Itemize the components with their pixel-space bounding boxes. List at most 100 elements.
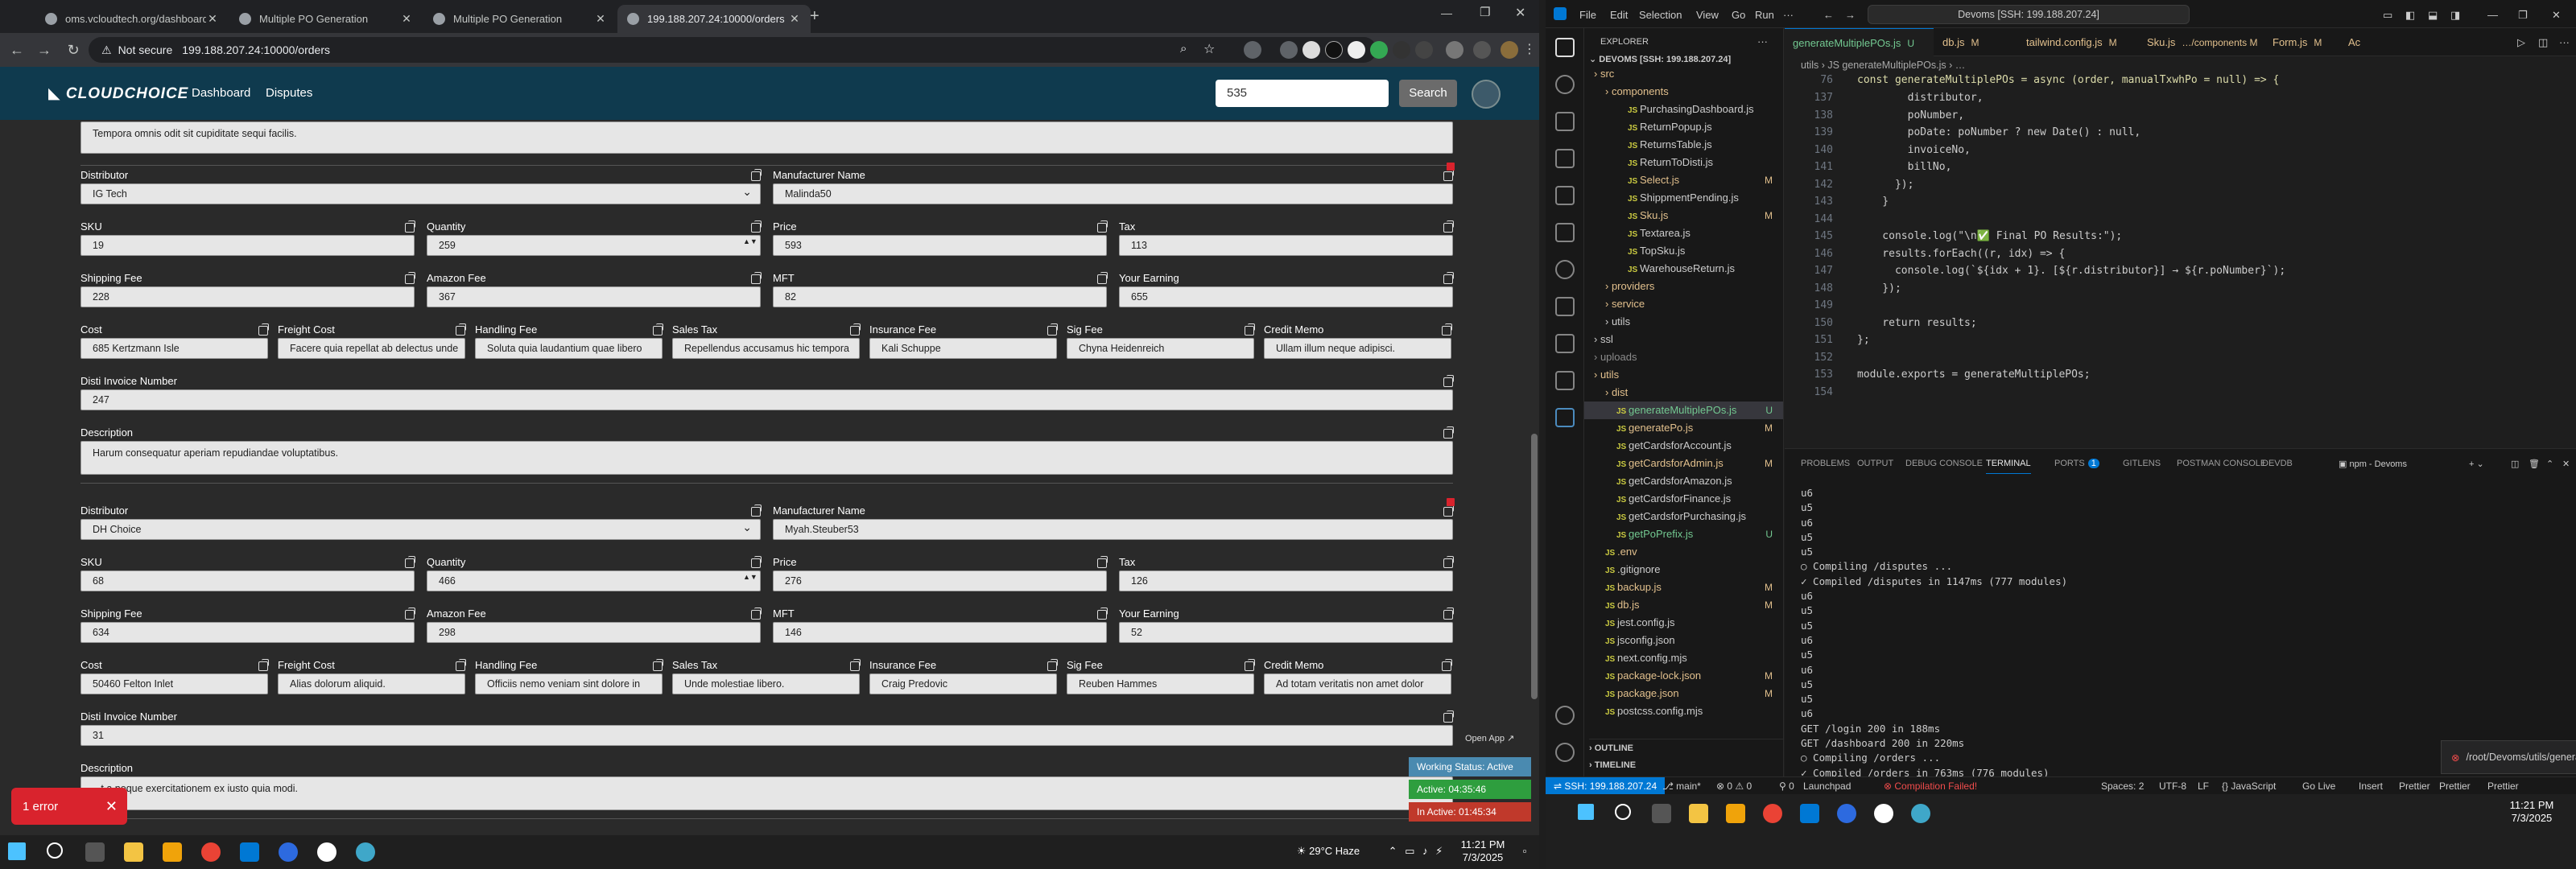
clock[interactable]: 11:21 PM 7/3/2025 (2496, 799, 2568, 825)
panel-tab-debug-console[interactable]: DEBUG CONSOLE (1905, 459, 1983, 468)
sales-tax-field[interactable]: Repellendus accusamus hic tempora (672, 338, 860, 359)
extension-icon[interactable] (1348, 41, 1365, 59)
cost-field[interactable]: 685 Kertzmann Isle (80, 338, 268, 359)
file-item[interactable]: JS PurchasingDashboard.js (1584, 101, 1783, 118)
testing-icon[interactable] (1555, 260, 1575, 279)
amazon-fee-field[interactable]: 298 (427, 622, 761, 643)
file-item[interactable]: JS ReturnToDisti.js (1584, 154, 1783, 171)
extension-icon[interactable] (1280, 41, 1298, 59)
panel-tab-terminal[interactable]: TERMINAL (1986, 459, 2031, 474)
zoom-search-icon[interactable]: ⌕ (1180, 42, 1187, 56)
zoom-icon[interactable] (1837, 804, 1856, 823)
remote-indicator[interactable]: ⇌ SSH: 199.188.207.24 (1546, 777, 1666, 795)
order-search-input[interactable]: 535 (1216, 80, 1389, 107)
shipping-fee-field[interactable]: 634 (80, 622, 415, 643)
file-item[interactable]: JS getCardsforFinance.js (1584, 490, 1783, 508)
close-tab-icon[interactable]: ✕ (788, 12, 801, 26)
quantity-field[interactable]: 259 (427, 235, 761, 256)
editor-tab[interactable]: Ac (2340, 28, 2388, 56)
copy-icon[interactable] (751, 505, 762, 517)
more-actions-icon[interactable]: ··· (2551, 28, 2576, 56)
settings-gear-icon[interactable] (1555, 743, 1575, 762)
file-item[interactable]: JS package-lock.json M (1584, 667, 1783, 685)
folder-item[interactable]: › utils (1584, 313, 1783, 331)
python-icon[interactable] (1555, 408, 1575, 427)
freight-cost-field[interactable]: Alias dolorum aliquid. (278, 673, 465, 694)
copy-icon[interactable] (258, 323, 269, 336)
run-debug-icon[interactable] (1555, 149, 1575, 168)
close-tab-icon[interactable]: ✕ (206, 12, 219, 26)
notification-toast[interactable]: ⊗ /root/Devoms/utils/generateMultiplePOs.… (2441, 740, 2576, 774)
chrome-icon[interactable] (201, 842, 221, 862)
file-item[interactable]: JS WarehouseReturn.js (1584, 260, 1783, 278)
menu-selection[interactable]: Selection (1639, 9, 1682, 21)
file-item[interactable]: JS Select.js M (1584, 171, 1783, 189)
copy-icon[interactable] (653, 323, 663, 336)
chrome-icon[interactable] (1763, 804, 1782, 823)
panel-tab-output[interactable]: OUTPUT (1857, 459, 1893, 468)
bookmark-star-icon[interactable]: ☆ (1203, 41, 1215, 57)
sig-fee-field[interactable]: Reuben Hammes (1067, 673, 1254, 694)
chrome-menu-icon[interactable]: ⋮ (1523, 41, 1536, 57)
search-icon[interactable] (1615, 804, 1631, 820)
store-icon[interactable] (163, 842, 182, 862)
kill-terminal-icon[interactable]: 🗑 (2529, 459, 2540, 469)
file-explorer-icon[interactable] (124, 842, 143, 862)
mft-field[interactable]: 82 (773, 286, 1107, 307)
profile-avatar-icon[interactable] (1501, 41, 1518, 59)
terminal-selector[interactable]: ▣ npm - Devoms (2339, 459, 2407, 469)
code-editor[interactable]: 76 const generateMultiplePOs = async (or… (1785, 74, 2576, 448)
compile-status[interactable]: ⊗ Compilation Failed! (1884, 777, 1977, 795)
app-icon[interactable] (1874, 804, 1893, 823)
file-item[interactable]: JS generateMultiplePOs.js U (1584, 402, 1783, 419)
code-line[interactable]: console.log("\n✅ Final PO Results:"); (1857, 230, 2122, 242)
gitlens-icon[interactable] (1555, 297, 1575, 316)
status-item[interactable]: Prettier (2487, 777, 2519, 795)
search-icon[interactable] (47, 842, 63, 859)
file-item[interactable]: JS jsconfig.json (1584, 632, 1783, 649)
insurance-fee-field[interactable]: Kali Schuppe (869, 338, 1057, 359)
sales-tax-field[interactable]: Unde molestiae libero. (672, 673, 860, 694)
extension-icon[interactable] (1302, 41, 1320, 59)
shipping-fee-field[interactable]: 228 (80, 286, 415, 307)
close-panel-icon[interactable]: ✕ (2562, 459, 2570, 469)
copy-icon[interactable] (1443, 220, 1454, 233)
user-avatar[interactable] (1472, 80, 1501, 109)
folder-item[interactable]: › service (1584, 295, 1783, 313)
new-terminal-icon[interactable]: + ⌄ (2469, 459, 2484, 469)
copy-icon[interactable] (405, 607, 415, 620)
code-line[interactable]: distributor, (1857, 92, 1984, 104)
close-window-icon[interactable]: ✕ (1515, 5, 1525, 21)
folder-item[interactable]: › uploads (1584, 348, 1783, 366)
copy-icon[interactable] (751, 169, 762, 181)
sig-fee-field[interactable]: Chyna Heidenreich (1067, 338, 1254, 359)
file-item[interactable]: JS .gitignore (1584, 561, 1783, 579)
postman-icon[interactable] (1555, 371, 1575, 390)
vscode-icon[interactable] (1800, 804, 1819, 823)
menu-go[interactable]: Go (1732, 9, 1745, 21)
copy-icon[interactable] (850, 659, 861, 671)
code-line[interactable]: poDate: poNumber ? new Date() : null, (1857, 126, 2141, 138)
task-view-icon[interactable] (85, 842, 105, 862)
browser-tab-active[interactable]: 199.188.207.24:10000/orders ✕ (617, 5, 811, 33)
description-textarea[interactable]: ...t a neque exercitationem ex iusto qui… (80, 776, 1453, 810)
folder-item[interactable]: › components (1584, 83, 1783, 101)
copy-icon[interactable] (1442, 323, 1452, 336)
code-line[interactable]: }; (1857, 334, 1870, 346)
copy-icon[interactable] (1047, 323, 1058, 336)
folder-item[interactable]: › dist (1584, 384, 1783, 402)
file-item[interactable]: JS package.json M (1584, 685, 1783, 702)
vscode-icon[interactable] (240, 842, 259, 862)
store-icon[interactable] (1726, 804, 1745, 823)
browser-tab[interactable]: oms.vcloudtech.org/dashboard ✕ (35, 5, 229, 33)
problems-indicator[interactable]: ⊗ 0 ⚠ 0 (1716, 777, 1752, 795)
windows-start-icon[interactable] (1578, 804, 1594, 820)
file-item[interactable]: JS backup.js M (1584, 579, 1783, 596)
nav-back-icon[interactable]: ← (1823, 9, 1834, 21)
app-icon[interactable] (356, 842, 375, 862)
minimize-icon[interactable]: — (1441, 6, 1452, 19)
address-bar[interactable]: ⚠ Not secure 199.188.207.24:10000/orders… (89, 37, 1377, 63)
file-item[interactable]: JS Sku.js M (1584, 207, 1783, 224)
copy-icon[interactable] (405, 220, 415, 233)
reload-icon[interactable]: ↻ (64, 42, 82, 58)
